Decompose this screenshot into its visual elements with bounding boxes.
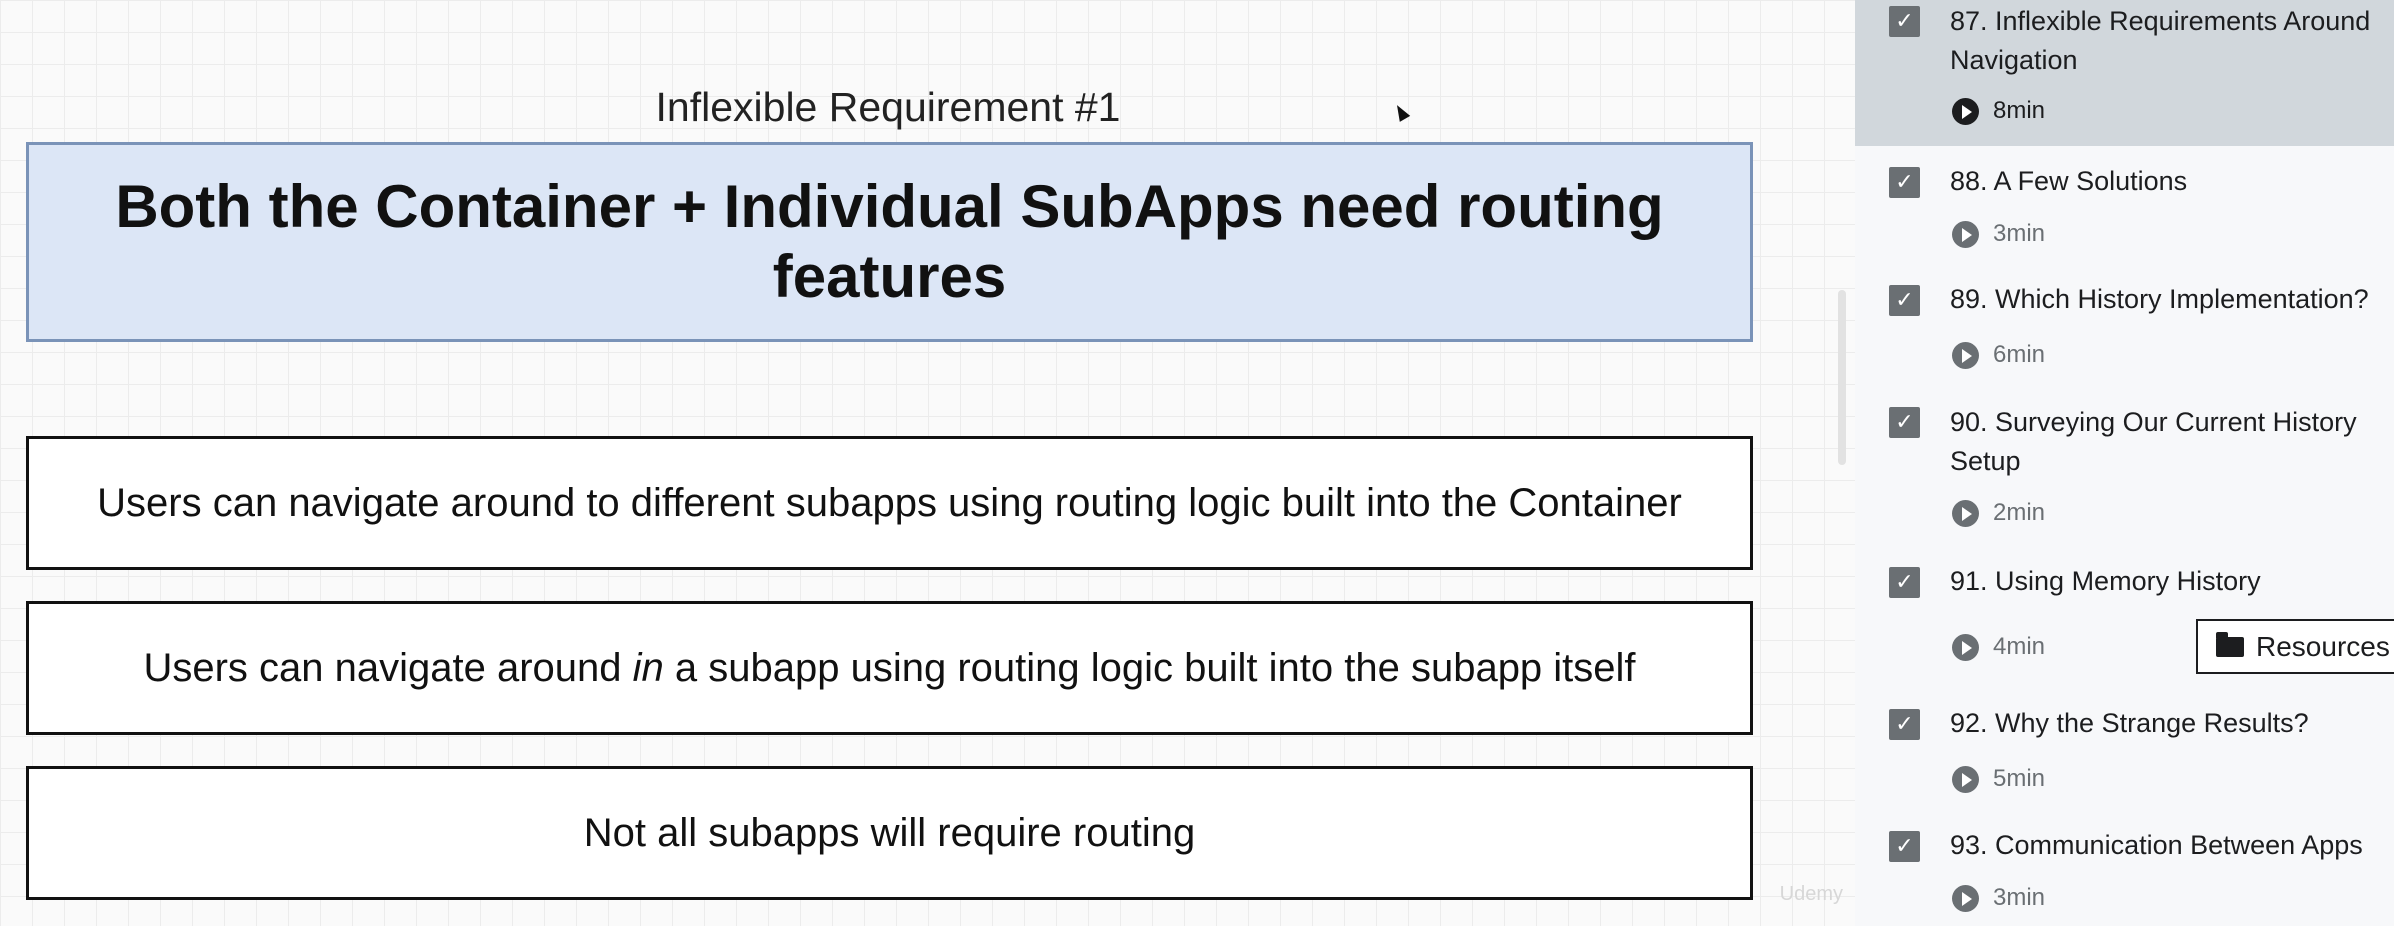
play-icon [1952, 341, 1979, 369]
slide-point-2: Users can navigate around in a subapp us… [26, 601, 1753, 735]
play-icon [1952, 633, 1979, 661]
completed-checkbox[interactable]: ✓ [1889, 167, 1920, 198]
lecture-item-93[interactable]: ✓ 93. Communication Between Apps 3min [1855, 808, 2394, 926]
lecture-item-92[interactable]: ✓ 92. Why the Strange Results? 5min [1855, 686, 2394, 808]
lecture-title: 89. Which History Implementation? [1950, 284, 2369, 314]
duration-text: 2min [1993, 499, 2046, 526]
udemy-watermark: Udemy [1779, 883, 1843, 905]
duration-text: 8min [1993, 97, 2046, 124]
play-icon [1952, 765, 1979, 793]
slide-point-2-emphasis: in [632, 646, 664, 690]
lecture-duration: 2min [1952, 499, 2045, 527]
lecture-title: 93. Communication Between Apps [1950, 830, 2363, 860]
completed-checkbox[interactable]: ✓ [1889, 6, 1920, 37]
lecture-item-88[interactable]: ✓ 88. A Few Solutions 3min [1855, 146, 2394, 262]
duration-text: 3min [1993, 884, 2046, 911]
lecture-title: 88. A Few Solutions [1950, 166, 2188, 196]
lecture-duration: 8min [1952, 97, 2045, 125]
slide-headline: Both the Container + Individual SubApps … [115, 173, 1664, 310]
slide-point-2-before: Users can navigate around [143, 646, 633, 690]
play-icon [1952, 97, 1979, 125]
completed-checkbox[interactable]: ✓ [1889, 285, 1920, 316]
lecture-item-90[interactable]: ✓ 90. Surveying Our Current History Setu… [1855, 383, 2394, 543]
completed-checkbox[interactable]: ✓ [1889, 831, 1920, 862]
completed-checkbox[interactable]: ✓ [1889, 709, 1920, 740]
duration-text: 3min [1993, 220, 2046, 247]
lecture-item-89[interactable]: ✓ 89. Which History Implementation? 6min [1855, 262, 2394, 383]
lecture-title: 90. Surveying Our Current History Setup [1950, 407, 2357, 476]
lecture-title: 87. Inflexible Requirements Around Navig… [1950, 6, 2371, 75]
lecture-duration: 6min [1952, 341, 2045, 369]
lecture-duration: 3min [1952, 884, 2045, 912]
slide-point-1-text: Users can navigate around to different s… [97, 481, 1682, 525]
slide-headline-box: Both the Container + Individual SubApps … [26, 142, 1753, 342]
lecture-item-87[interactable]: ✓ 87. Inflexible Requirements Around Nav… [1855, 0, 2394, 146]
play-icon [1952, 884, 1979, 912]
lecture-title: 91. Using Memory History [1950, 566, 2261, 596]
lecture-duration: 5min [1952, 765, 2045, 793]
course-content-sidebar: ✓ 87. Inflexible Requirements Around Nav… [1855, 0, 2394, 926]
lecture-duration: 4min [1952, 633, 2045, 661]
slide-point-2-text: Users can navigate around in a subapp us… [143, 645, 1635, 691]
resources-label: Resources [2256, 630, 2390, 662]
duration-text: 6min [1993, 341, 2046, 368]
slide-point-3: Not all subapps will require routing [26, 766, 1753, 900]
duration-text: 4min [1993, 633, 2046, 660]
resources-button[interactable]: Resources [2196, 619, 2394, 674]
slide-point-1: Users can navigate around to different s… [26, 436, 1753, 570]
play-icon [1952, 220, 1979, 248]
folder-icon [2216, 631, 2244, 657]
play-icon [1952, 499, 1979, 527]
duration-text: 5min [1993, 765, 2046, 792]
slide-point-2-after: a subapp using routing logic built into … [663, 646, 1636, 690]
completed-checkbox[interactable]: ✓ [1889, 567, 1920, 598]
lecture-duration: 3min [1952, 220, 2045, 248]
slide-title: Inflexible Requirement #1 [655, 84, 1121, 130]
video-player[interactable]: Inflexible Requirement #1 Both the Conta… [0, 0, 1855, 926]
slide-point-3-text: Not all subapps will require routing [583, 811, 1196, 855]
lecture-title: 92. Why the Strange Results? [1950, 708, 2309, 738]
completed-checkbox[interactable]: ✓ [1889, 407, 1920, 438]
scrollbar[interactable] [1838, 290, 1846, 465]
